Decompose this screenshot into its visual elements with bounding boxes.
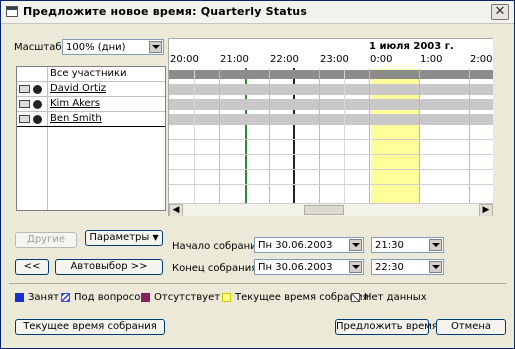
start-time-value: 21:30 (375, 240, 404, 251)
out-of-office-swatch (141, 293, 150, 302)
legend-label: Под вопросом (74, 292, 148, 303)
time-header: 22:00 (270, 54, 299, 65)
message-icon[interactable] (19, 85, 30, 93)
grid-line (194, 69, 195, 203)
all-attendees-busy-bar (169, 70, 493, 79)
start-date-select[interactable]: Пн 30.06.2003 (254, 237, 364, 253)
no-info-swatch (351, 293, 360, 302)
chevron-down-icon[interactable] (429, 239, 442, 251)
end-label: Конец собрания: (172, 263, 261, 274)
grid-line (344, 69, 345, 203)
busy-bar (169, 114, 493, 125)
time-header: 21:00 (220, 54, 249, 65)
time-header: 23:00 (320, 54, 349, 65)
grid-line (169, 169, 493, 170)
attendee-row[interactable]: David Ortiz (17, 82, 165, 97)
legend-label: Отсутствует (154, 292, 221, 303)
start-label: Начало собрания: (172, 241, 267, 252)
others-button[interactable]: Другие (15, 232, 77, 248)
chevron-down-icon[interactable] (429, 261, 442, 273)
grid-line (269, 69, 270, 203)
grid-date: 1 июля 2003 г. (369, 41, 454, 52)
start-time-select[interactable]: 21:30 (371, 237, 444, 253)
grid-line (369, 69, 370, 203)
message-icon[interactable] (19, 115, 30, 123)
scroll-right-icon[interactable]: ▶ (479, 204, 493, 216)
scale-value: 100% (дни) (66, 42, 126, 53)
message-icon[interactable] (19, 100, 30, 108)
chevron-down-icon[interactable] (149, 41, 162, 53)
attendee-name[interactable]: David Ortiz (50, 83, 106, 94)
attendee-list: Все участники David Ortiz Kim Akers Ben … (16, 66, 166, 211)
tentative-swatch (61, 293, 70, 302)
busy-bar (169, 99, 493, 110)
grid-line (419, 69, 420, 203)
propose-time-button[interactable]: Предложить время (335, 319, 438, 335)
required-attendee-icon[interactable] (33, 85, 42, 94)
options-button[interactable]: Параметры ▼ (85, 230, 163, 246)
current-meeting-swatch (222, 293, 231, 302)
cancel-button[interactable]: Отмена (436, 319, 506, 335)
grid-line (169, 139, 493, 140)
scale-label: Масштаб: (14, 42, 65, 53)
end-time-select[interactable]: 22:30 (371, 259, 444, 275)
close-button[interactable]: ✕ (491, 4, 509, 20)
scroll-thumb[interactable] (304, 205, 344, 215)
required-attendee-icon[interactable] (33, 115, 42, 124)
scroll-left-icon[interactable]: ◀ (169, 204, 183, 216)
options-label: Параметры (89, 232, 150, 243)
dialog-title: Предложите новое время: Quarterly Status (23, 5, 308, 18)
busy-swatch (15, 293, 24, 302)
free-busy-grid[interactable]: 1 июля 2003 г. 20:00 21:00 22:00 23:00 0… (168, 38, 493, 216)
chevron-down-icon[interactable] (349, 261, 362, 273)
calendar-icon (6, 6, 18, 17)
attendee-row[interactable]: Ben Smith (17, 112, 165, 127)
time-header: 0:00 (370, 54, 393, 65)
grid-line (219, 69, 220, 203)
propose-time-dialog: Предложите новое время: Quarterly Status… (0, 0, 515, 349)
legend-label: Нет данных (364, 292, 427, 303)
end-time-value: 22:30 (375, 262, 404, 273)
grid-line (169, 184, 493, 185)
all-attendees-header[interactable]: Все участники (50, 68, 127, 79)
title-bar: Предложите новое время: Quarterly Status… (1, 1, 514, 24)
current-meeting-time-button[interactable]: Текущее время собрания (15, 319, 165, 335)
end-date-select[interactable]: Пн 30.06.2003 (254, 259, 364, 275)
end-date-value: Пн 30.06.2003 (258, 262, 333, 273)
start-date-value: Пн 30.06.2003 (258, 240, 333, 251)
scale-select[interactable]: 100% (дни) (62, 39, 164, 55)
grid-line (169, 154, 493, 155)
legend-label: Текущее время собрания (235, 292, 369, 303)
time-header: 2:00 (470, 54, 493, 65)
attendee-row[interactable]: Kim Akers (17, 97, 165, 112)
attendee-name[interactable]: Kim Akers (50, 98, 100, 109)
time-header: 20:00 (170, 54, 199, 65)
grid-line (319, 69, 320, 203)
chevron-down-icon: ▼ (152, 233, 159, 242)
chevron-down-icon[interactable] (349, 239, 362, 251)
legend-label: Занят (28, 292, 59, 303)
horizontal-scrollbar[interactable]: ◀ ▶ (169, 203, 493, 216)
attendee-header-row: Все участники (17, 67, 165, 82)
previous-button[interactable]: << (15, 259, 49, 275)
autopick-button[interactable]: Автовыбор >> (55, 259, 163, 275)
required-attendee-icon[interactable] (33, 100, 42, 109)
separator (9, 283, 506, 284)
grid-line (469, 69, 470, 203)
busy-bar (169, 84, 493, 95)
attendee-name[interactable]: Ben Smith (50, 113, 102, 124)
time-header: 1:00 (420, 54, 443, 65)
